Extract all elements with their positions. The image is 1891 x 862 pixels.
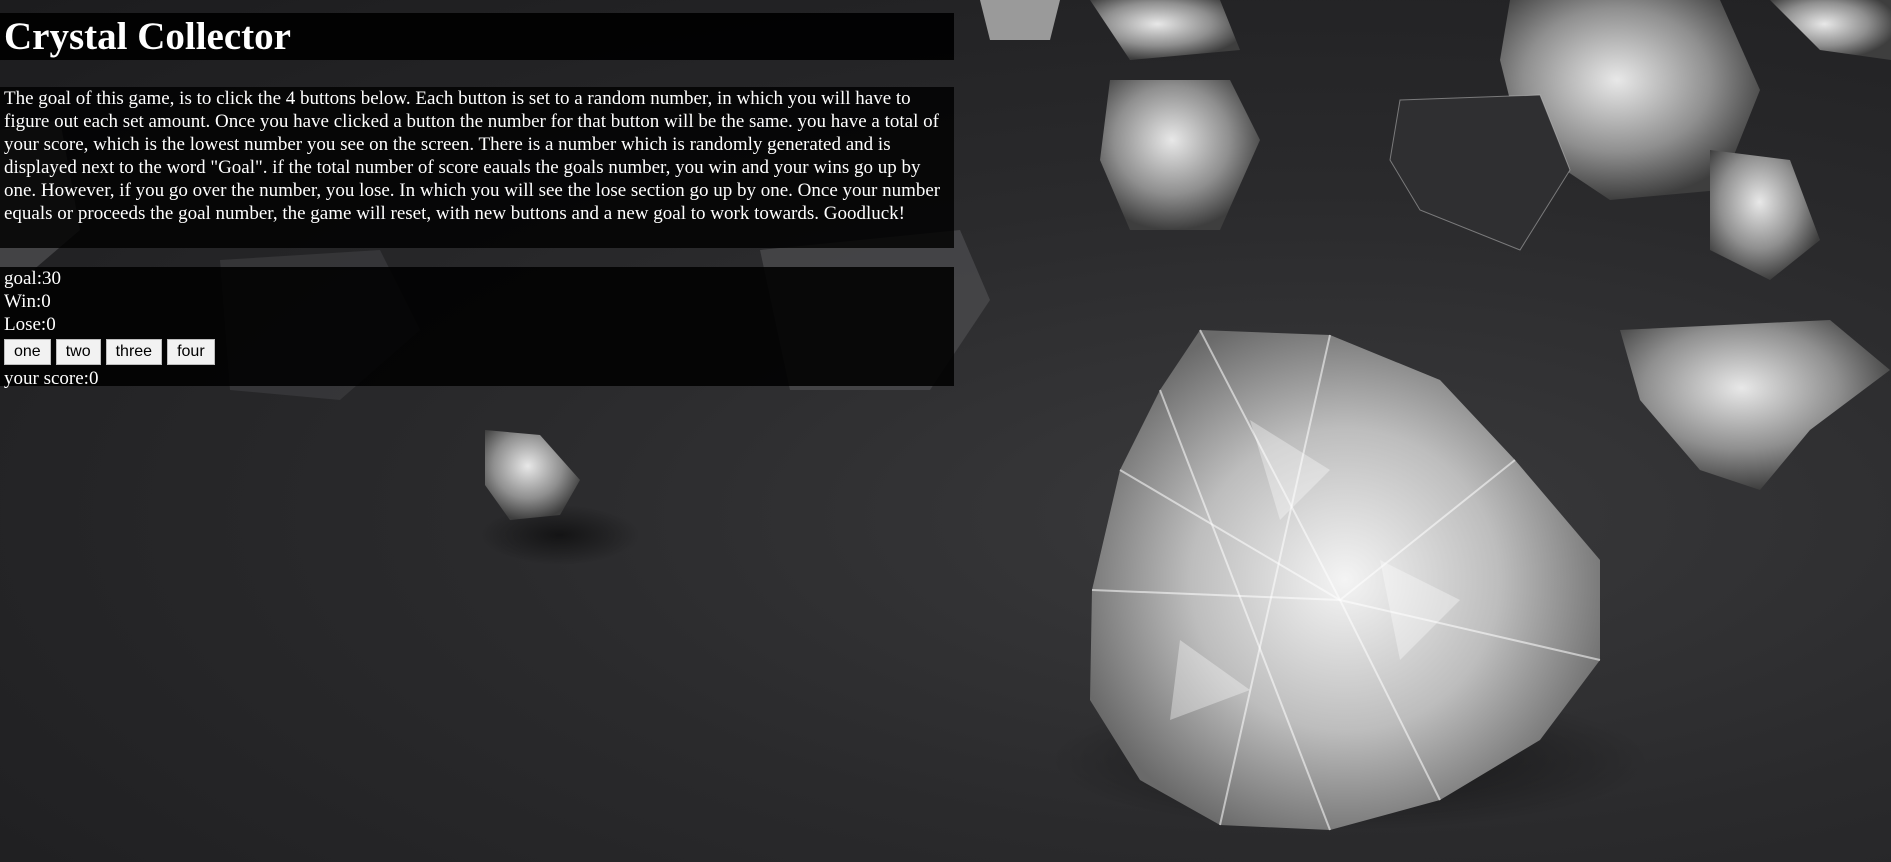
crystal-buttons: one two three four bbox=[4, 338, 950, 365]
crystal-button-two[interactable]: two bbox=[55, 338, 101, 365]
goal-display: goal:30 bbox=[4, 268, 61, 289]
instructions-text: The goal of this game, is to click the 4… bbox=[4, 88, 941, 224]
instructions-panel: The goal of this game, is to click the 4… bbox=[0, 87, 954, 248]
wins-display: Win:0 bbox=[4, 291, 51, 312]
score-display: your score:0 bbox=[4, 368, 99, 389]
page-title: Crystal Collector bbox=[4, 15, 291, 58]
crystal-button-four[interactable]: four bbox=[167, 338, 215, 365]
scoreboard-panel: goal:30 Win:0 Lose:0 one two three four … bbox=[0, 267, 954, 389]
game-container: Crystal Collector The goal of this game,… bbox=[0, 0, 954, 389]
crystal-button-three[interactable]: three bbox=[105, 338, 163, 365]
crystal-button-one[interactable]: one bbox=[4, 338, 51, 365]
losses-display: Lose:0 bbox=[4, 314, 56, 335]
title-bar: Crystal Collector bbox=[0, 13, 954, 60]
